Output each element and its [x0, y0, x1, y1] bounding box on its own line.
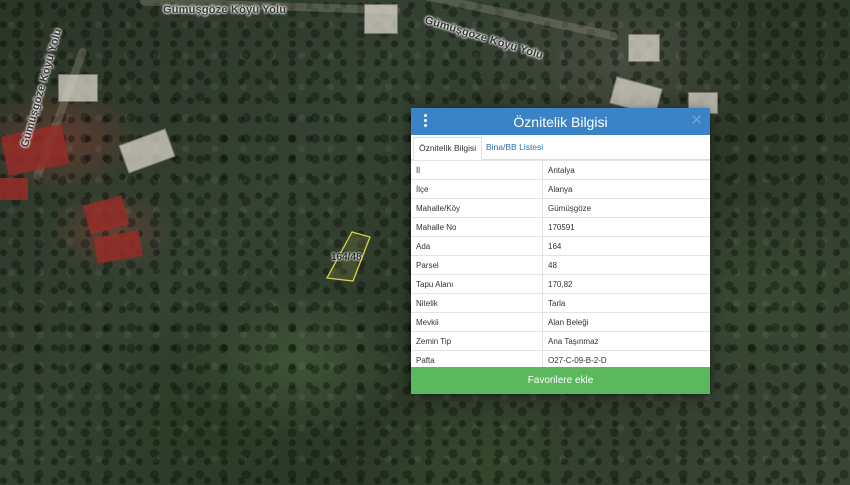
attribute-key: Zemin Tip — [411, 331, 543, 351]
attribute-key: Ada — [411, 236, 543, 256]
attribute-key: İlçe — [411, 179, 543, 199]
attribute-key: Mevkii — [411, 312, 543, 332]
attribute-key: Mahalle No — [411, 217, 543, 237]
attribute-value: 48 — [542, 255, 710, 275]
tab-building-list[interactable]: Bina/BB Listesi — [481, 137, 548, 158]
close-icon[interactable]: ✕ — [690, 111, 703, 129]
attribute-value: 170,82 — [542, 274, 710, 294]
attribute-key: Mahalle/Köy — [411, 198, 543, 218]
attribute-value: Tarla — [542, 293, 710, 313]
table-row: İl Antalya — [411, 160, 710, 180]
table-row: Tapu Alanı 170,82 — [411, 274, 710, 294]
attribute-key: Parsel — [411, 255, 543, 275]
table-row: Parsel 48 — [411, 255, 710, 275]
attribute-value: 170591 — [542, 217, 710, 237]
attribute-value: Alanya — [542, 179, 710, 199]
table-row: Mahalle/Köy Gümüşgöze — [411, 198, 710, 218]
panel-header: Öznitelik Bilgisi ✕ — [411, 108, 710, 135]
table-row: İlçe Alanya — [411, 179, 710, 199]
parcel-label: 164/48 — [331, 252, 362, 263]
table-row: Ada 164 — [411, 236, 710, 256]
attribute-info-panel: Öznitelik Bilgisi ✕ Öznitelik Bilgisi Bi… — [411, 108, 710, 394]
attribute-key: İl — [411, 160, 543, 180]
table-row: Zemin Tip Ana Taşınmaz — [411, 331, 710, 351]
attribute-key: Tapu Alanı — [411, 274, 543, 294]
attribute-value: 164 — [542, 236, 710, 256]
attribute-value: Gümüşgöze — [542, 198, 710, 218]
attribute-value: Ana Taşınmaz — [542, 331, 710, 351]
panel-tabs: Öznitelik Bilgisi Bina/BB Listesi — [411, 137, 710, 160]
attribute-table: İl Antalya İlçe Alanya Mahalle/Köy Gümüşgöz… — [411, 160, 710, 369]
attribute-value: Antalya — [542, 160, 710, 180]
tab-attribute-info[interactable]: Öznitelik Bilgisi — [413, 137, 483, 160]
add-to-favorites-button[interactable]: Favorilere ekle — [411, 367, 710, 394]
attribute-value: Alan Beleği — [542, 312, 710, 332]
table-row: Nitelik Tarla — [411, 293, 710, 313]
panel-title: Öznitelik Bilgisi — [513, 114, 608, 130]
attribute-key: Nitelik — [411, 293, 543, 313]
table-row: Mahalle No 170591 — [411, 217, 710, 237]
table-row: Mevkii Alan Beleği — [411, 312, 710, 332]
